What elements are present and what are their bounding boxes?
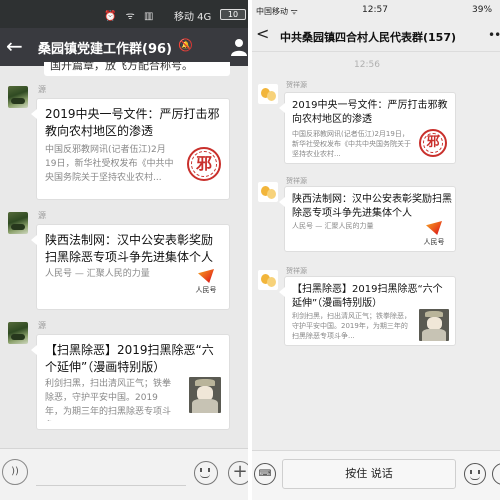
input-bar: ⌨ 按住 说话 [252,450,500,500]
avatar[interactable] [8,322,28,344]
battery-icon: 10 [220,9,246,20]
renminhao-thumbnail: 人民号 [189,269,223,295]
chat-header: < 中共桑园镇四合村人民代表群(157) ••• [252,20,500,52]
carrier-label: 移动 4G [174,12,212,23]
link-card[interactable]: 陕西法制网：汉中公安表彰奖励扫黑除恶专项斗争先进集体个人 人民号 — 汇聚人民的… [31,224,230,310]
emoji-icon[interactable] [194,461,218,485]
chat-header: ← 桑园镇党建工作群(96) 🔕 [0,28,248,66]
plus-icon[interactable]: + [228,461,248,485]
link-card[interactable]: 2019中央一号文件：严厉打击邪教向农村地区的渗透 中国反邪教网讯(记者伍江)2… [31,98,230,200]
sender-name: 贺祥源 [286,267,307,275]
card-title: 陕西法制网：汉中公安表彰奖励扫黑除恶专项斗争先进集体个人 [292,194,452,219]
card-description: 人民号 — 汇聚人民的力量 [292,222,374,230]
card-description: 中国反邪教网讯(记者伍江)2月19日，新华社受权发布《中共中央国务院关于坚持农业… [45,145,174,183]
emoji-icon[interactable] [464,463,486,485]
card-title: 2019中央一号文件：严厉打击邪教向农村地区的渗透 [292,100,448,125]
more-icon[interactable]: ••• [488,28,500,42]
message-timestamp: 12:56 [354,60,380,70]
mute-icon: 🔕 [178,38,193,52]
status-bar: ⏰ ᯤ ▥ 移动 4G 10 [0,0,248,28]
right-chat-screenshot: 中国移动 ᯤ 12:57 39% < 中共桑园镇四合村人民代表群(157) ••… [252,0,500,500]
link-card[interactable]: 【扫黑除恶】2019扫黑除恶“六个延伸”（漫画特别版） 利剑扫黑，扫出清风正气；… [31,334,230,430]
anti-cult-seal-thumbnail: 邪 [419,129,447,157]
group-members-icon[interactable] [230,38,248,56]
anti-cult-seal-thumbnail: 邪 [187,147,221,181]
card-description: 利剑扫黑，扫出清风正气；铁拳除恶，守护平安中国。2019年，为期三年的扫黑除恶专… [292,312,411,340]
avatar[interactable] [258,84,278,104]
card-title: 陕西法制网：汉中公安表彰奖励扫黑除恶专项斗争先进集体个人 [45,233,214,264]
voice-icon[interactable]: )) [2,459,28,485]
back-arrow-icon[interactable]: ← [6,34,23,58]
link-card[interactable]: 【扫黑除恶】2019扫黑除恶“六个延伸”（漫画特别版） 利剑扫黑，扫出清风正气；… [279,276,456,346]
comic-thumbnail [419,309,449,341]
cut-off-message: 国开篇章，放飞方配合称号。 [44,62,230,76]
renminhao-logo-icon [426,221,442,235]
card-title: 2019中央一号文件：严厉打击邪教向农村地区的渗透 [45,107,220,138]
sender-name: 源 [38,321,46,330]
link-card[interactable]: 2019中央一号文件：严厉打击邪教向农村地区的渗透 中国反邪教网讯(记者伍江)2… [279,92,456,164]
avatar[interactable] [8,86,28,108]
sender-name: 贺祥源 [286,81,307,89]
avatar[interactable] [258,270,278,290]
group-title: 桑园镇党建工作群(96) [38,42,172,57]
back-chevron-icon[interactable]: < [256,24,269,43]
left-chat-screenshot: ⏰ ᯤ ▥ 移动 4G 10 ← 桑园镇党建工作群(96) 🔕 国开篇章，放飞方… [0,0,248,500]
sender-name: 源 [38,211,46,220]
status-icons: ⏰ ᯤ ▥ [104,11,157,22]
battery-label: 39% [472,5,493,15]
clock: 12:57 [362,5,388,15]
status-bar: 中国移动 ᯤ 12:57 39% [252,0,500,20]
avatar[interactable] [258,182,278,202]
keyboard-icon[interactable]: ⌨ [254,463,276,485]
card-description: 利剑扫黑，扫出清风正气；铁拳除恶，守护平安中国。2019年，为期三年的扫黑除恶专… [45,379,172,417]
carrier-label: 中国移动 ᯤ [256,7,298,16]
input-bar: )) + [0,448,248,500]
card-title: 【扫黑除恶】2019扫黑除恶“六个延伸”（漫画特别版） [292,284,443,309]
renminhao-thumbnail: 人民号 [419,221,449,247]
comic-thumbnail [189,377,221,413]
renminhao-logo-icon [198,269,214,283]
message-input[interactable] [36,485,186,486]
plus-icon[interactable] [492,463,500,485]
card-title: 【扫黑除恶】2019扫黑除恶“六个延伸”（漫画特别版） [45,343,214,374]
avatar[interactable] [8,212,28,234]
card-description: 中国反邪教网讯(记者伍江)2月19日，新华社受权发布《中共中央国务院关于坚持农业… [292,130,411,158]
sender-name: 源 [38,85,46,94]
link-card[interactable]: 陕西法制网：汉中公安表彰奖励扫黑除恶专项斗争先进集体个人 人民号 — 汇聚人民的… [279,186,456,252]
hold-to-talk-button[interactable]: 按住 说话 [282,459,456,489]
group-title: 中共桑园镇四合村人民代表群(157) [280,31,457,44]
sender-name: 贺祥源 [286,177,307,185]
card-description: 人民号 — 汇聚人民的力量 [45,269,150,279]
